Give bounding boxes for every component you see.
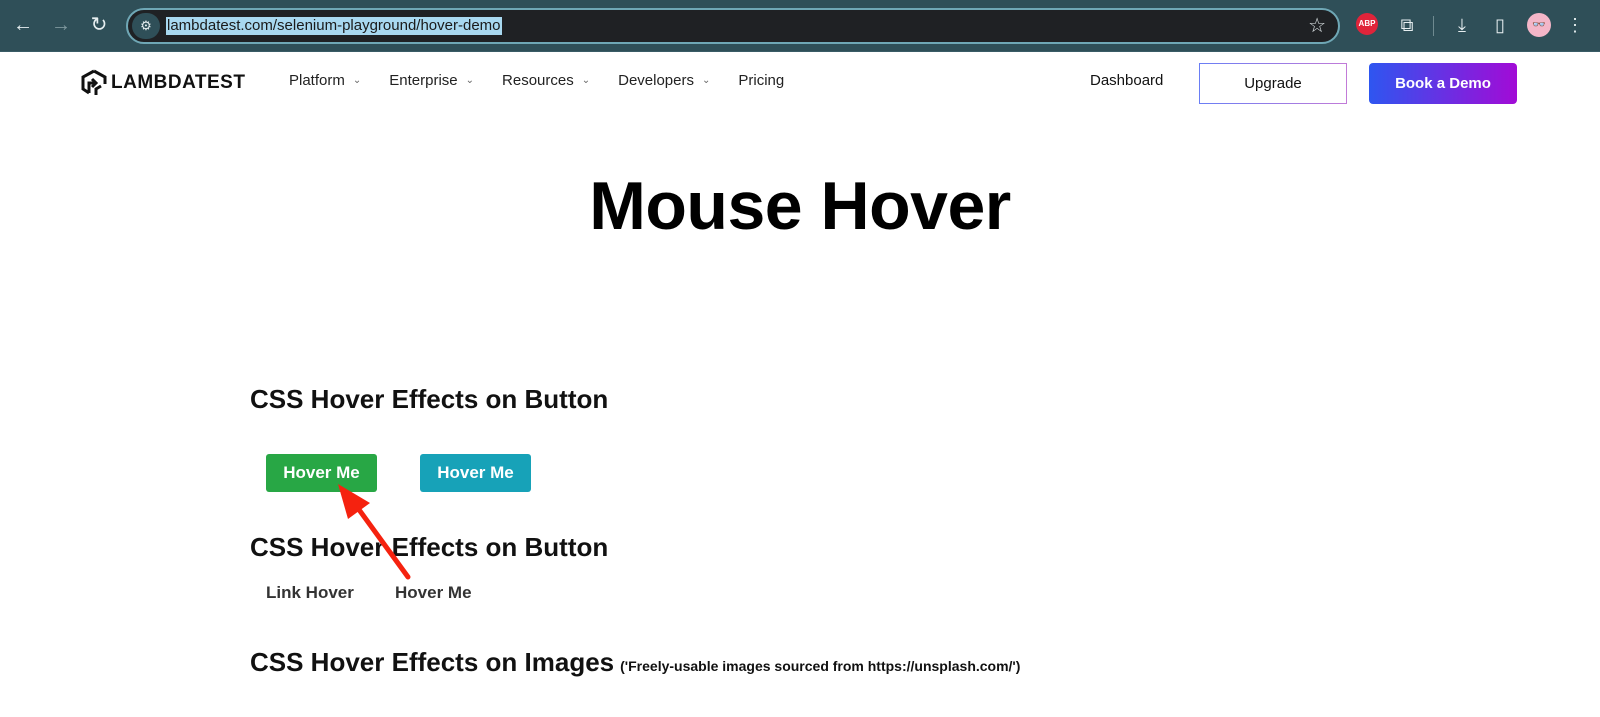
nav-label: Pricing bbox=[738, 72, 785, 89]
upgrade-button[interactable]: Upgrade bbox=[1199, 63, 1347, 104]
lambdatest-logo-icon bbox=[81, 69, 107, 95]
nav-platform[interactable]: Platform ⌄ bbox=[289, 72, 361, 89]
link-hover-link[interactable]: Link Hover bbox=[266, 583, 354, 603]
section-title-text: CSS Hover Effects on Images bbox=[250, 647, 615, 677]
chevron-down-icon: ⌄ bbox=[701, 75, 711, 86]
nav-resources[interactable]: Resources ⌄ bbox=[502, 72, 590, 89]
nav-label: Resources bbox=[502, 72, 574, 89]
toolbar-divider bbox=[1433, 16, 1434, 36]
nav-label: Developers bbox=[618, 72, 694, 89]
download-icon[interactable]: ⤓ bbox=[1451, 13, 1473, 37]
forward-icon[interactable]: → bbox=[48, 12, 74, 38]
site-header: LAMBDATEST Platform ⌄ Enterprise ⌄ Resou… bbox=[0, 52, 1600, 116]
browser-toolbar: ← → ↻ ⚙ lambdatest.com/selenium-playgrou… bbox=[0, 0, 1600, 52]
hover-me-link[interactable]: Hover Me bbox=[395, 583, 472, 603]
nav-pricing[interactable]: Pricing bbox=[738, 72, 784, 89]
section-title-image-hover: CSS Hover Effects on Images ('Freely-usab… bbox=[250, 647, 1020, 678]
chevron-down-icon: ⌄ bbox=[581, 75, 591, 86]
lambdatest-logo[interactable]: LAMBDATEST bbox=[81, 69, 245, 97]
back-icon[interactable]: ← bbox=[10, 12, 36, 38]
main-nav: Platform ⌄ Enterprise ⌄ Resources ⌄ Deve… bbox=[289, 72, 812, 89]
bookmark-star-icon[interactable]: ☆ bbox=[1308, 14, 1326, 38]
section-title-link-hover: CSS Hover Effects on Button bbox=[250, 532, 609, 562]
reload-icon[interactable]: ↻ bbox=[86, 12, 112, 38]
nav-developers[interactable]: Developers ⌄ bbox=[618, 72, 710, 89]
unsplash-note: ('Freely-usable images sourced from http… bbox=[620, 658, 1021, 674]
nav-label: Platform bbox=[289, 72, 345, 89]
logo-text: LAMBDATEST bbox=[111, 72, 246, 93]
section-title-button-hover: CSS Hover Effects on Button bbox=[250, 384, 609, 414]
browser-menu-icon[interactable]: ⋮ bbox=[1566, 13, 1584, 37]
nav-enterprise[interactable]: Enterprise ⌄ bbox=[389, 72, 474, 89]
extensions-puzzle-icon[interactable]: ⧉ bbox=[1396, 13, 1418, 37]
adblock-plus-icon[interactable]: ABP bbox=[1356, 13, 1378, 35]
url-text[interactable]: lambdatest.com/selenium-playground/hover… bbox=[166, 17, 502, 35]
address-bar[interactable]: ⚙ lambdatest.com/selenium-playground/hov… bbox=[126, 8, 1340, 44]
page-title: Mouse Hover bbox=[589, 168, 1011, 244]
hover-me-green-button[interactable]: Hover Me bbox=[266, 454, 377, 492]
chevron-down-icon: ⌄ bbox=[352, 75, 362, 86]
hover-me-teal-button[interactable]: Hover Me bbox=[420, 454, 531, 492]
site-info-icon[interactable]: ⚙ bbox=[132, 13, 160, 39]
side-panel-icon[interactable]: ▯ bbox=[1489, 13, 1511, 37]
chevron-down-icon: ⌄ bbox=[465, 75, 475, 86]
book-demo-button[interactable]: Book a Demo bbox=[1369, 63, 1517, 104]
nav-label: Enterprise bbox=[389, 72, 458, 89]
dashboard-link[interactable]: Dashboard bbox=[1090, 72, 1163, 89]
profile-avatar-icon[interactable]: 👓 bbox=[1527, 13, 1551, 37]
